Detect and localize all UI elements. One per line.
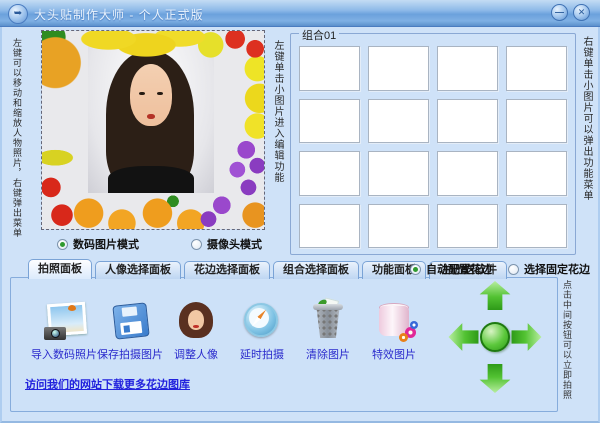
- photo-hint-text: 左键可以移动和缩放人物照片，右键弹出菜单: [11, 38, 24, 238]
- tool-label: 清除图片: [306, 346, 350, 362]
- capture-hint-text: 点击中间按钮可以立即拍照: [561, 280, 574, 408]
- portrait-eye: [157, 92, 163, 96]
- import-photo-button[interactable]: 导入数码照片: [31, 302, 97, 362]
- adjust-portrait-button[interactable]: 调整人像: [163, 302, 229, 362]
- save-photo-icon: [110, 302, 150, 340]
- move-arrow-pad: [449, 281, 541, 393]
- radio-fixed-lace[interactable]: 选择固定花边: [508, 261, 590, 277]
- radio-auto-lace[interactable]: 自动配置花边: [410, 261, 492, 277]
- portrait-eye: [139, 92, 145, 96]
- grid-cell[interactable]: [506, 99, 567, 144]
- window-controls: — ✕: [551, 4, 590, 21]
- adjust-portrait-icon: [176, 302, 216, 340]
- radio-unchecked-icon: [191, 239, 202, 250]
- tool-label: 保存拍摄图片: [97, 346, 163, 362]
- combo-groupbox: 组合01: [290, 33, 576, 255]
- radio-label: 数码图片模式: [73, 236, 139, 252]
- radio-unchecked-icon: [508, 264, 519, 275]
- portrait-shoulders: [108, 166, 194, 193]
- tool-label: 延时拍摄: [240, 346, 284, 362]
- radio-camera-mode[interactable]: 摄像头模式: [191, 236, 262, 252]
- grid-cell[interactable]: [299, 99, 360, 144]
- portrait-face: [130, 64, 173, 126]
- floppy-label-shape: [120, 321, 142, 335]
- timer-shoot-icon: [242, 302, 282, 340]
- grid-menu-hint-text: 右键单击小图片可以弹出功能菜单: [579, 36, 594, 216]
- clear-photo-button[interactable]: 清除图片: [295, 302, 361, 362]
- tab-photo-panel[interactable]: 拍照面板: [28, 259, 92, 279]
- radio-label: 自动配置花边: [426, 261, 492, 277]
- portrait-photo: [88, 45, 214, 193]
- import-photo-icon: [44, 302, 84, 340]
- grid-edit-hint-text: 左键单击小图片进入编辑功能: [270, 40, 285, 210]
- flower-icon: [399, 333, 408, 342]
- trash-rim-shape: [313, 304, 343, 310]
- tool-label: 特效图片: [372, 346, 416, 362]
- tool-label: 导入数码照片: [31, 346, 97, 362]
- minimize-button[interactable]: —: [551, 4, 568, 21]
- tab-portrait-select-panel[interactable]: 人像选择面板: [95, 261, 181, 279]
- portrait-lips: [147, 114, 155, 119]
- app-icon-glyph: ➥: [14, 8, 22, 19]
- flower-icon: [410, 321, 418, 329]
- grid-cell[interactable]: [506, 204, 567, 249]
- grid-cell[interactable]: [299, 151, 360, 196]
- move-right-arrow[interactable]: [512, 323, 542, 352]
- combo-grid: [299, 46, 567, 248]
- butterfly-shape: [68, 305, 76, 311]
- move-up-arrow[interactable]: [479, 281, 511, 310]
- effects-photo-icon: [374, 302, 414, 340]
- mode-radio-row: 数码图片模式 摄像头模式: [57, 236, 262, 252]
- radio-checked-icon: [57, 239, 68, 250]
- download-lace-link[interactable]: 访问我们的网站下载更多花边图库: [25, 376, 190, 392]
- window-title: 大头贴制作大师 - 个人正式版: [34, 6, 204, 23]
- lace-radio-row: 自动配置花边 选择固定花边: [410, 261, 590, 277]
- grid-cell[interactable]: [299, 46, 360, 91]
- grid-cell[interactable]: [368, 46, 429, 91]
- effects-photo-button[interactable]: 特效图片: [361, 302, 427, 362]
- radio-label: 选择固定花边: [524, 261, 590, 277]
- radio-digital-photo-mode[interactable]: 数码图片模式: [57, 236, 139, 252]
- photo-toolbar: 导入数码照片 保存拍摄图片: [31, 302, 427, 362]
- radio-checked-icon: [410, 264, 421, 275]
- grid-cell[interactable]: [506, 46, 567, 91]
- tool-label: 调整人像: [174, 346, 218, 362]
- floppy-shutter-shape: [122, 306, 138, 317]
- radio-label: 摄像头模式: [207, 236, 262, 252]
- grid-cell[interactable]: [368, 151, 429, 196]
- grid-cell[interactable]: [437, 204, 498, 249]
- tab-lace-select-panel[interactable]: 花边选择面板: [184, 261, 270, 279]
- combo-groupbox-title: 组合01: [299, 27, 339, 43]
- move-left-arrow[interactable]: [449, 323, 479, 352]
- tab-combo-select-panel[interactable]: 组合选择面板: [273, 261, 359, 279]
- grid-cell[interactable]: [368, 99, 429, 144]
- save-photo-button[interactable]: 保存拍摄图片: [97, 302, 163, 362]
- photo-preview[interactable]: [42, 31, 264, 229]
- app-window: ➥ 大头贴制作大师 - 个人正式版 — ✕ 左键可以移动和缩放人物照片，右键弹出…: [0, 0, 600, 423]
- close-icon: ✕: [578, 7, 586, 17]
- minimize-icon: —: [555, 7, 564, 17]
- titlebar[interactable]: ➥ 大头贴制作大师 - 个人正式版 — ✕: [0, 0, 600, 27]
- move-down-arrow[interactable]: [479, 364, 511, 393]
- grid-cell[interactable]: [437, 46, 498, 91]
- grid-cell[interactable]: [437, 99, 498, 144]
- camera-lens-shape: [51, 329, 60, 338]
- icon-lips-shape: [193, 325, 199, 328]
- clear-photo-icon: [308, 302, 348, 340]
- grid-cell[interactable]: [368, 204, 429, 249]
- floppy-square-shape: [123, 325, 130, 333]
- floppy-shape: [112, 302, 149, 339]
- close-button[interactable]: ✕: [573, 4, 590, 21]
- app-icon: ➥: [8, 4, 28, 24]
- trash-basket-shape: [314, 306, 342, 338]
- grid-cell[interactable]: [506, 151, 567, 196]
- grid-cell[interactable]: [299, 204, 360, 249]
- capture-center-button[interactable]: [480, 322, 510, 352]
- grid-cell[interactable]: [437, 151, 498, 196]
- timer-shoot-button[interactable]: 延时拍摄: [229, 302, 295, 362]
